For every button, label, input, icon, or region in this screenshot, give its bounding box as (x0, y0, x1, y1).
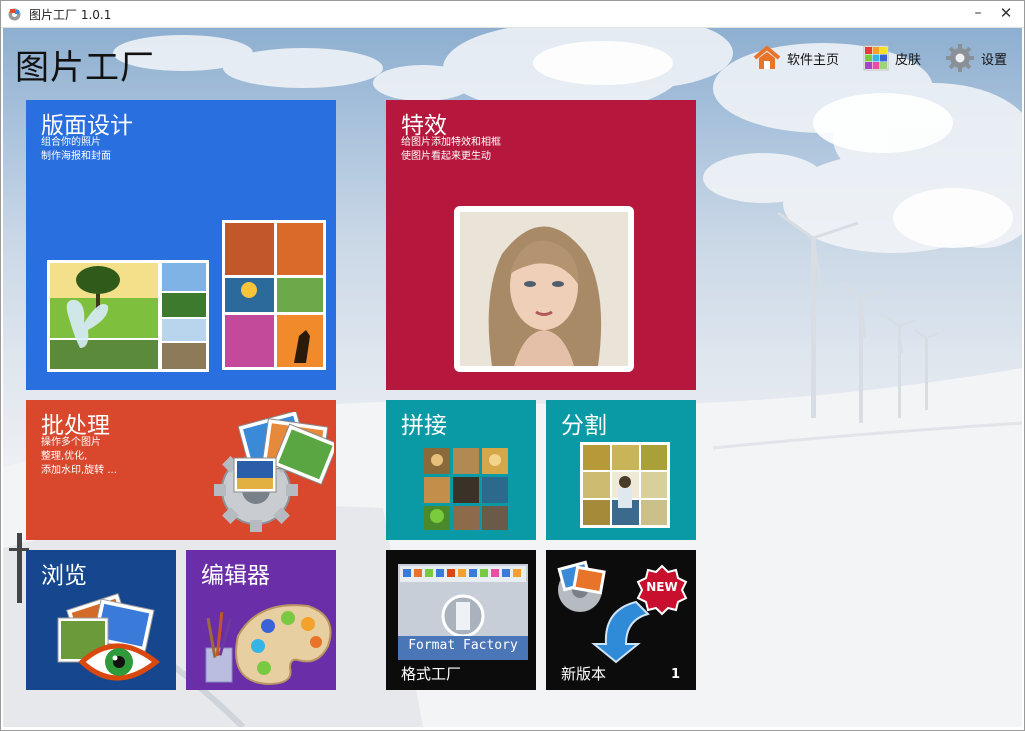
tile-format-factory[interactable]: Format Factory 格式工厂 (386, 550, 536, 690)
nav-skin-link[interactable]: 皮肤 (863, 42, 921, 74)
collage-icon (47, 220, 326, 372)
minimize-button[interactable]: – (963, 1, 993, 27)
tile-split-title: 分割 (561, 413, 607, 439)
tile-editor[interactable]: 编辑器 (186, 550, 336, 690)
tile-layout-title: 版面设计 (41, 113, 133, 139)
close-button[interactable]: ✕ (991, 1, 1021, 27)
tile-browse-title: 浏览 (41, 563, 87, 589)
format-factory-logo-text: Format Factory (408, 638, 518, 653)
tile-effects[interactable]: 特效 给图片添加特效和相框 使图片看起来更生动 (386, 100, 696, 390)
house-icon (753, 46, 781, 69)
tile-effects-desc-line: 使图片看起来更生动 (401, 151, 491, 162)
tile-join-title: 拼接 (401, 413, 447, 439)
nav-home-link[interactable]: 软件主页 (753, 42, 839, 74)
new-version-download-icon (557, 560, 688, 664)
tile-batch-desc-line: 整理,优化, (41, 451, 88, 462)
tile-layout-desc-line: 组合你的照片 (41, 137, 101, 148)
app-window: 图片工厂 1.0.1 – ✕ 图片工厂 软件主页 皮肤 设置 版面设计 组合你的… (0, 0, 1025, 731)
app-title: 图片工厂 (15, 48, 155, 88)
gear-icon (946, 44, 974, 72)
tile-batch-desc-line: 操作多个图片 (41, 437, 101, 448)
tile-batch-title: 批处理 (41, 413, 110, 439)
tile-join[interactable]: 拼接 (386, 400, 536, 540)
eye-photos-icon (57, 593, 161, 681)
tile-browse[interactable]: 浏览 (26, 550, 176, 690)
title-bar[interactable]: 图片工厂 1.0.1 – ✕ (1, 1, 1024, 28)
tile-new-version[interactable]: NEW 新版本 1 (546, 550, 696, 690)
window-title: 图片工厂 1.0.1 (29, 8, 112, 22)
tile-editor-title: 编辑器 (201, 563, 270, 589)
app-logo-icon (8, 8, 21, 21)
tile-new-version-label: 新版本 (561, 665, 607, 683)
tile-effects-title: 特效 (401, 113, 447, 139)
nav-skin-label: 皮肤 (895, 52, 922, 68)
portrait-photo-icon (454, 206, 634, 372)
tile-layout-desc: 组合你的照片 制作海报和封面 (41, 136, 111, 164)
tile-format-factory-label: 格式工厂 (401, 665, 462, 683)
nav-settings-link[interactable]: 设置 (945, 42, 1007, 74)
tile-split[interactable]: 分割 (546, 400, 696, 540)
tile-batch-desc: 操作多个图片 整理,优化, 添加水印,旋转 ... (41, 436, 117, 478)
nav-home-label: 软件主页 (787, 52, 840, 68)
split-grid-photo-icon (580, 442, 670, 528)
update-count-badge: 1 (670, 667, 680, 682)
batch-gear-photos-icon (214, 412, 334, 532)
color-grid-icon (863, 45, 889, 71)
new-badge-text: NEW (646, 580, 678, 594)
tile-batch[interactable]: 批处理 操作多个图片 整理,优化, 添加水印,旋转 ... (26, 400, 336, 540)
paint-palette-icon (205, 604, 332, 686)
photo-mosaic-icon (424, 448, 508, 530)
main-area: 图片工厂 软件主页 皮肤 设置 版面设计 组合你的照片 制作海报和封面 特效 给… (3, 28, 1022, 727)
nav-settings-label: 设置 (981, 52, 1008, 68)
tile-effects-desc-line: 给图片添加特效和相框 (401, 137, 501, 148)
tile-layout-design[interactable]: 版面设计 组合你的照片 制作海报和封面 (26, 100, 336, 390)
tile-batch-desc-line: 添加水印,旋转 ... (41, 465, 117, 476)
tile-effects-desc: 给图片添加特效和相框 使图片看起来更生动 (401, 136, 501, 164)
tile-layout-desc-line: 制作海报和封面 (41, 151, 111, 162)
